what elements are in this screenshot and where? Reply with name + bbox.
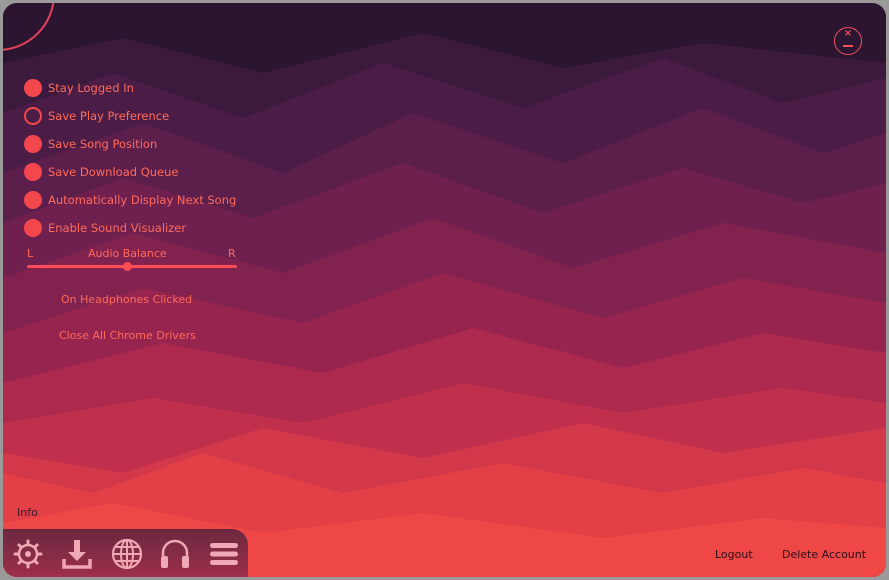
radio-dot[interactable] xyxy=(24,107,42,125)
delete-account-button[interactable]: Delete Account xyxy=(782,548,866,561)
logout-button[interactable]: Logout xyxy=(715,548,753,561)
radio-dot[interactable] xyxy=(24,219,42,237)
option-label: Automatically Display Next Song xyxy=(48,193,237,207)
close-minus-bar xyxy=(843,45,853,47)
download-icon[interactable] xyxy=(60,537,94,571)
radio-dot[interactable] xyxy=(24,163,42,181)
audio-balance-slider[interactable] xyxy=(27,262,237,271)
option-label: Enable Sound Visualizer xyxy=(48,221,187,235)
menu-icon[interactable] xyxy=(207,537,241,571)
radio-dot[interactable] xyxy=(24,79,42,97)
audio-balance-title: Audio Balance xyxy=(88,247,167,260)
settings-gear-icon[interactable] xyxy=(11,537,45,571)
headphones-clicked-button[interactable]: On Headphones Clicked xyxy=(61,293,192,306)
headphones-icon[interactable] xyxy=(158,537,192,571)
mountain-background xyxy=(3,3,886,577)
close-chrome-drivers-button[interactable]: Close All Chrome Drivers xyxy=(59,329,196,342)
option-label: Save Play Preference xyxy=(48,109,170,123)
close-icon: × xyxy=(843,28,853,39)
globe-icon[interactable] xyxy=(110,537,144,571)
close-button[interactable]: × xyxy=(834,27,862,55)
bottom-nav xyxy=(3,529,248,577)
info-link[interactable]: Info xyxy=(17,506,38,519)
app-window: × Stay Logged In Save Play Preference Sa… xyxy=(3,3,886,577)
option-label: Save Song Position xyxy=(48,137,158,151)
radio-dot[interactable] xyxy=(24,135,42,153)
balance-left-label: L xyxy=(27,247,34,260)
option-label: Save Download Queue xyxy=(48,165,179,179)
balance-right-label: R xyxy=(228,247,236,260)
option-label: Stay Logged In xyxy=(48,81,134,95)
radio-dot[interactable] xyxy=(24,191,42,209)
